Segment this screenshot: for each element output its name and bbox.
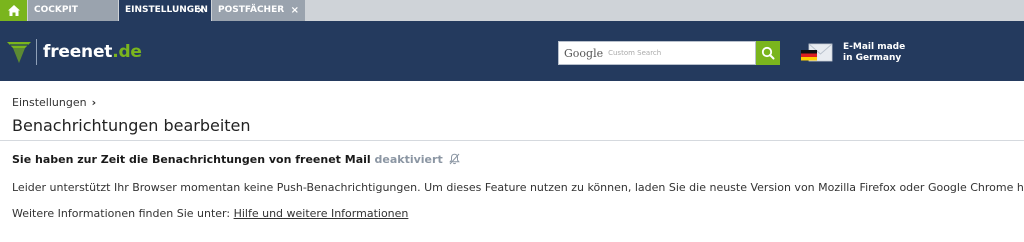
search-input[interactable]: Google Custom Search	[558, 41, 756, 65]
search-box: Google Custom Search	[558, 41, 780, 65]
badge-line: E-Mail made	[843, 42, 906, 52]
status-state: deaktiviert	[374, 153, 443, 166]
logo-separator	[36, 39, 37, 65]
search-placeholder: Custom Search	[608, 49, 662, 57]
google-brand: Google	[564, 46, 604, 60]
search-icon	[761, 46, 775, 60]
tab-bar: COCKPIT EINSTELLUNGEN × POSTFÄCHER ×	[0, 0, 1024, 21]
chevron-right-icon: ›	[91, 96, 97, 109]
bell-off-icon	[448, 153, 460, 165]
tab-postfaecher[interactable]: POSTFÄCHER ×	[212, 0, 305, 21]
page-title: Benachrichtungen bearbeiten	[12, 116, 251, 135]
badge-line: in Germany	[843, 53, 902, 63]
breadcrumb: Einstellungen ›	[12, 96, 96, 109]
more-info: Weitere Informationen finden Sie unter: …	[12, 207, 408, 220]
freenet-logo-icon	[7, 42, 31, 63]
freenet-logo[interactable]: freenet.de	[6, 39, 142, 65]
close-icon[interactable]: ×	[197, 0, 205, 21]
close-icon[interactable]: ×	[291, 0, 299, 21]
breadcrumb-item[interactable]: Einstellungen	[12, 96, 87, 109]
more-info-prefix: Weitere Informationen finden Sie unter:	[12, 207, 231, 220]
badge-text: E-Mail made in Germany	[843, 42, 905, 64]
browser-info-text: Leider unterstützt Ihr Browser momentan …	[12, 181, 1024, 194]
divider	[0, 140, 1024, 141]
notification-status: Sie haben zur Zeit die Benachrichtungen …	[12, 153, 460, 166]
search-button[interactable]	[756, 41, 780, 65]
home-icon	[7, 5, 20, 16]
tab-label: POSTFÄCHER	[218, 5, 285, 15]
help-link[interactable]: Hilfe und weitere Informationen	[234, 207, 409, 220]
status-text: Sie haben zur Zeit die Benachrichtungen …	[12, 153, 371, 166]
tab-label: COCKPIT	[34, 5, 78, 15]
tab-label: EINSTELLUNGEN	[125, 5, 208, 15]
tab-cockpit[interactable]: COCKPIT	[28, 0, 118, 21]
header: freenet.de Google Custom Search E-Mail m…	[0, 21, 1024, 81]
home-tab[interactable]	[0, 0, 27, 21]
made-in-germany-badge: E-Mail made in Germany	[800, 41, 905, 65]
logo-text: freenet.de	[43, 42, 142, 62]
germany-mail-icon	[801, 43, 833, 62]
tab-einstellungen[interactable]: EINSTELLUNGEN ×	[119, 0, 211, 21]
